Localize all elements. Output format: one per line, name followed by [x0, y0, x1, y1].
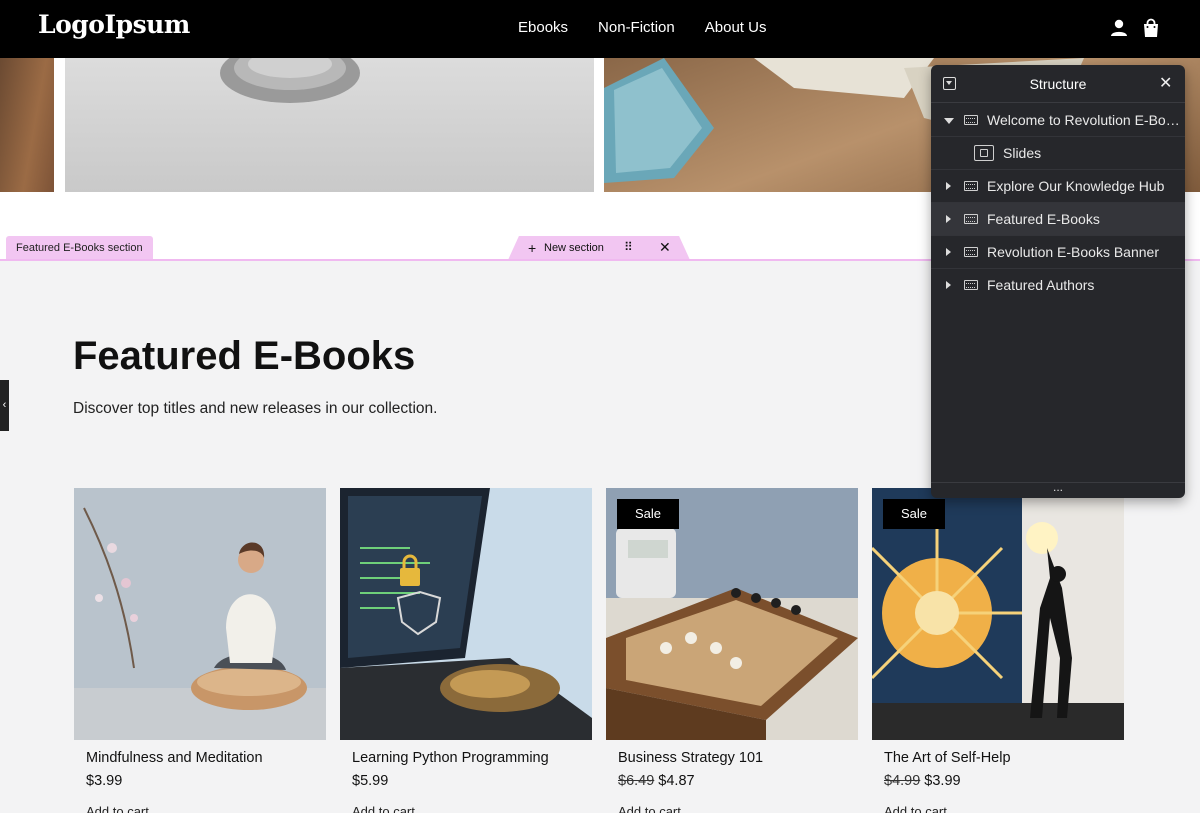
- product-image-meditation[interactable]: [74, 488, 326, 740]
- product-name[interactable]: Mindfulness and Meditation: [86, 750, 263, 766]
- structure-item-welcome[interactable]: Welcome to Revolution E-Books: [931, 104, 1185, 137]
- structure-item-featured-authors[interactable]: Featured Authors: [931, 269, 1185, 302]
- structure-item-label: Explore Our Knowledge Hub: [987, 178, 1165, 194]
- panel-title: Structure: [1029, 76, 1087, 92]
- sale-badge: Sale: [883, 499, 945, 529]
- user-icon[interactable]: [1109, 18, 1129, 38]
- product-image-python[interactable]: [340, 488, 592, 740]
- product-current-price: $5.99: [352, 773, 389, 789]
- site-logo[interactable]: LogoIpsum: [38, 10, 190, 39]
- product-current-price: $3.99: [924, 773, 961, 789]
- section-title: Featured E-Books: [73, 334, 416, 378]
- section-subtitle: Discover top titles and new releases in …: [73, 400, 438, 417]
- structure-item-label: Featured Authors: [987, 277, 1095, 293]
- product-card[interactable]: Sale Business Strategy 101 $6.49 $4.87 Ad…: [606, 488, 858, 813]
- product-price: $3.99: [86, 773, 122, 789]
- product-price: $4.99 $3.99: [884, 773, 961, 789]
- add-to-cart-button[interactable]: Add to cart: [618, 804, 681, 813]
- desk-lamp-image: [65, 58, 594, 192]
- product-name[interactable]: Business Strategy 101: [618, 750, 763, 766]
- close-section-icon[interactable]: ✕: [659, 239, 671, 256]
- panel-resize-handle[interactable]: ...: [931, 481, 1185, 498]
- product-image-chess[interactable]: Sale: [606, 488, 858, 740]
- nav-link-non-fiction[interactable]: Non-Fiction: [598, 19, 675, 36]
- add-to-cart-button[interactable]: Add to cart: [884, 804, 947, 813]
- section-icon: [964, 115, 978, 125]
- product-card[interactable]: Sale The Art of Self-Help $4.99 $3.99 Add…: [872, 488, 1124, 813]
- wood-table-image: [0, 58, 54, 192]
- caret-right-icon[interactable]: [946, 182, 951, 190]
- add-to-cart-button[interactable]: Add to cart: [86, 804, 149, 813]
- close-icon[interactable]: ✕: [1159, 73, 1172, 93]
- structure-item-banner[interactable]: Revolution E-Books Banner: [931, 236, 1185, 269]
- caret-right-icon[interactable]: [946, 281, 951, 289]
- product-old-price: $6.49: [618, 773, 655, 789]
- drag-handle-icon[interactable]: ⠿: [624, 240, 633, 254]
- section-icon: [964, 214, 978, 224]
- shopping-bag-icon[interactable]: [1141, 18, 1161, 38]
- product-name[interactable]: The Art of Self-Help: [884, 750, 1011, 766]
- structure-item-knowledge-hub[interactable]: Explore Our Knowledge Hub: [931, 170, 1185, 203]
- structure-item-label: Welcome to Revolution E-Books: [987, 112, 1183, 128]
- new-section-button[interactable]: New section: [544, 242, 604, 254]
- section-label-tag[interactable]: Featured E-Books section: [6, 236, 153, 260]
- plus-icon[interactable]: +: [528, 239, 536, 257]
- product-old-price: $4.99: [884, 773, 921, 789]
- main-nav: Ebooks Non-Fiction About Us: [518, 19, 766, 36]
- structure-panel: Structure ✕ Welcome to Revolution E-Book…: [931, 65, 1185, 498]
- structure-item-label: Slides: [1003, 145, 1042, 161]
- product-card[interactable]: Learning Python Programming $5.99 Add to…: [340, 488, 592, 813]
- product-current-price: $3.99: [86, 773, 123, 789]
- product-image-self-help[interactable]: Sale: [872, 488, 1124, 740]
- add-to-cart-button[interactable]: Add to cart: [352, 804, 415, 813]
- nav-link-about-us[interactable]: About Us: [705, 19, 767, 36]
- nav-link-ebooks[interactable]: Ebooks: [518, 19, 568, 36]
- sale-badge: Sale: [617, 499, 679, 529]
- chevron-left-icon[interactable]: ‹: [0, 380, 9, 431]
- panel-header: Structure ✕: [931, 65, 1185, 103]
- structure-item-featured-ebooks[interactable]: Featured E-Books: [931, 203, 1185, 236]
- structure-item-label: Featured E-Books: [987, 211, 1100, 227]
- product-price: $5.99: [352, 773, 388, 789]
- section-icon: [964, 181, 978, 191]
- product-price: $6.49 $4.87: [618, 773, 695, 789]
- product-card[interactable]: Mindfulness and Meditation $3.99 Add to …: [74, 488, 326, 813]
- structure-item-label: Revolution E-Books Banner: [987, 244, 1159, 260]
- caret-right-icon[interactable]: [946, 248, 951, 256]
- structure-item-slides[interactable]: Slides: [931, 137, 1185, 170]
- site-header: LogoIpsum Ebooks Non-Fiction About Us: [0, 0, 1200, 58]
- product-name[interactable]: Learning Python Programming: [352, 750, 549, 766]
- product-current-price: $4.87: [658, 773, 695, 789]
- section-icon: [964, 247, 978, 257]
- caret-right-icon[interactable]: [946, 215, 951, 223]
- slides-icon: [974, 145, 994, 161]
- caret-down-icon[interactable]: [944, 118, 954, 124]
- section-icon: [964, 280, 978, 290]
